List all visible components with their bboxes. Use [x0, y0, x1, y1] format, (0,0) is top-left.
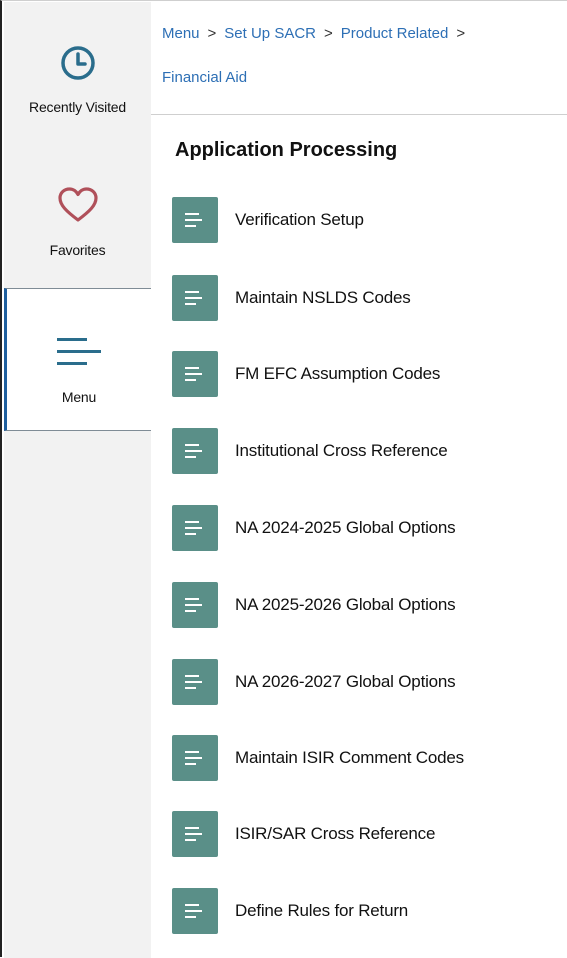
document-list-icon	[172, 582, 218, 628]
document-list-icon	[172, 351, 218, 397]
rail-item-menu[interactable]: Menu	[4, 288, 151, 431]
menu-item-label: Define Rules for Return	[235, 901, 409, 920]
hamburger-menu-icon	[55, 334, 103, 375]
menu-item-maintain-nslds-codes[interactable]: Maintain NSLDS Codes	[172, 275, 562, 321]
menu-item-maintain-isir-comment-codes[interactable]: Maintain ISIR Comment Codes	[172, 735, 562, 781]
document-list-icon	[172, 197, 218, 243]
rail-label-menu: Menu	[61, 389, 97, 405]
document-list-icon	[172, 735, 218, 781]
breadcrumb-divider	[151, 114, 567, 115]
breadcrumb: Menu > Set Up SACR > Product Related > Financ…	[162, 21, 562, 90]
nav-rail: Recently Visited Favorites Menu	[4, 2, 151, 958]
rail-label-favorites: Favorites	[49, 242, 106, 258]
menu-item-verification-setup[interactable]: Verification Setup	[172, 197, 562, 243]
document-list-icon	[172, 275, 218, 321]
menu-item-label: Maintain NSLDS Codes	[235, 288, 411, 307]
document-list-icon	[172, 888, 218, 934]
menu-item-label: NA 2026-2027 Global Options	[235, 672, 456, 691]
document-list-icon	[172, 428, 218, 474]
breadcrumb-separator: >	[456, 25, 466, 42]
menu-item-na-2026-2027-global-options[interactable]: NA 2026-2027 Global Options	[172, 659, 562, 705]
menu-item-label: NA 2025-2026 Global Options	[235, 595, 456, 614]
menu-item-label: Verification Setup	[235, 210, 364, 229]
menu-item-na-2024-2025-global-options[interactable]: NA 2024-2025 Global Options	[172, 505, 562, 551]
breadcrumb-set-up-sacr[interactable]: Set Up SACR	[224, 25, 316, 42]
menu-item-label: ISIR/SAR Cross Reference	[235, 824, 436, 843]
breadcrumb-product-related[interactable]: Product Related	[341, 25, 449, 42]
menu-item-define-rules-for-return[interactable]: Define Rules for Return	[172, 888, 562, 934]
menu-item-isir-sar-cross-reference[interactable]: ISIR/SAR Cross Reference	[172, 811, 562, 857]
menu-item-label: FM EFC Assumption Codes	[235, 364, 441, 383]
menu-item-label: Institutional Cross Reference	[235, 441, 448, 460]
clock-icon	[59, 44, 97, 87]
app-frame: Recently Visited Favorites Menu Menu > Se	[0, 0, 567, 958]
heart-icon	[56, 185, 100, 230]
menu-item-label: Maintain ISIR Comment Codes	[235, 748, 464, 767]
document-list-icon	[172, 811, 218, 857]
breadcrumb-separator: >	[207, 25, 217, 42]
rail-item-recently-visited[interactable]: Recently Visited	[4, 2, 151, 145]
rail-label-recently-visited: Recently Visited	[29, 99, 126, 115]
breadcrumb-separator: >	[324, 25, 333, 42]
breadcrumb-financial-aid[interactable]: Financial Aid	[162, 69, 247, 86]
section-title: Application Processing	[175, 139, 398, 161]
document-list-icon	[172, 505, 218, 551]
menu-item-na-2025-2026-global-options[interactable]: NA 2025-2026 Global Options	[172, 582, 562, 628]
rail-item-favorites[interactable]: Favorites	[4, 145, 151, 288]
menu-item-institutional-cross-reference[interactable]: Institutional Cross Reference	[172, 428, 562, 474]
document-list-icon	[172, 659, 218, 705]
breadcrumb-menu[interactable]: Menu	[162, 25, 200, 42]
menu-item-label: NA 2024-2025 Global Options	[235, 518, 456, 537]
menu-item-fm-efc-assumption-codes[interactable]: FM EFC Assumption Codes	[172, 351, 562, 397]
